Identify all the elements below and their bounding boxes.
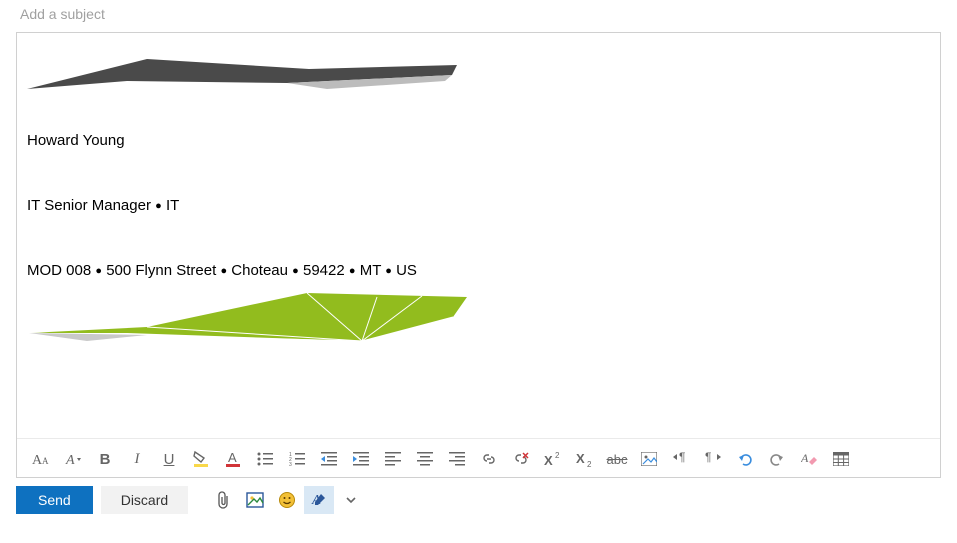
bullet-icon: ● — [385, 265, 392, 277]
emoji-icon — [278, 491, 296, 509]
compose-body[interactable]: Howard Young IT Senior Manager ● IT MOD … — [17, 33, 940, 438]
emoji-button[interactable] — [272, 486, 302, 514]
font-color-button[interactable]: A — [217, 445, 249, 473]
table-icon — [833, 452, 849, 466]
italic-icon: I — [135, 451, 140, 468]
font-size-icon: AA — [32, 451, 50, 467]
signature-graphic-bottom — [27, 293, 930, 346]
attach-button[interactable] — [208, 486, 238, 514]
outdent-button[interactable] — [313, 445, 345, 473]
superscript-icon: X2 — [544, 451, 562, 467]
numbering-icon: 123 — [289, 452, 305, 466]
signature-zip: 59422 — [303, 262, 345, 279]
align-center-icon — [417, 452, 433, 466]
send-button[interactable]: Send — [16, 486, 93, 514]
indent-button[interactable] — [345, 445, 377, 473]
insert-image-button[interactable] — [633, 445, 665, 473]
subscript-button[interactable]: X2 — [569, 445, 601, 473]
svg-text:¶: ¶ — [679, 451, 685, 464]
underline-icon: U — [164, 451, 175, 468]
bullets-icon — [257, 452, 273, 466]
font-face-button[interactable]: A — [57, 445, 89, 473]
subscript-icon: X2 — [576, 451, 594, 467]
align-right-button[interactable] — [441, 445, 473, 473]
undo-button[interactable] — [729, 445, 761, 473]
signature-toggle-button[interactable]: A — [304, 486, 334, 514]
highlight-button[interactable] — [185, 445, 217, 473]
signature-street: 500 Flynn Street — [106, 262, 216, 279]
font-face-icon: A — [64, 451, 82, 467]
signature-role: IT Senior Manager — [27, 197, 151, 214]
unlink-button[interactable] — [505, 445, 537, 473]
signature-state: MT — [360, 262, 381, 279]
align-right-icon — [449, 452, 465, 466]
image-icon — [641, 452, 657, 466]
rtl-button[interactable]: ¶ — [697, 445, 729, 473]
highlight-icon — [192, 450, 210, 468]
redo-button[interactable] — [761, 445, 793, 473]
svg-text:2: 2 — [555, 451, 560, 460]
indent-icon — [353, 452, 369, 466]
bullet-icon: ● — [292, 265, 299, 277]
ltr-icon: ¶ — [673, 451, 689, 467]
svg-text:X: X — [544, 453, 553, 467]
svg-text:A: A — [228, 450, 237, 465]
subject-input[interactable] — [20, 6, 937, 22]
strikethrough-button[interactable]: abc — [601, 445, 633, 473]
redo-icon — [769, 451, 785, 467]
link-icon — [481, 451, 497, 467]
clear-formatting-button[interactable]: A — [793, 445, 825, 473]
align-center-button[interactable] — [409, 445, 441, 473]
picture-icon — [246, 492, 264, 508]
svg-text:3: 3 — [289, 462, 292, 466]
svg-text:A: A — [65, 453, 75, 467]
chevron-down-icon — [344, 493, 358, 507]
numbering-button[interactable]: 123 — [281, 445, 313, 473]
eraser-icon: A — [801, 451, 817, 467]
paperclip-icon — [215, 491, 231, 509]
bullet-icon: ● — [155, 200, 162, 212]
signature-dept: IT — [166, 197, 179, 214]
bullet-icon: ● — [349, 265, 356, 277]
signature-city: Choteau — [231, 262, 288, 279]
undo-icon — [737, 451, 753, 467]
strikethrough-icon: abc — [607, 452, 628, 467]
superscript-button[interactable]: X2 — [537, 445, 569, 473]
signature-graphic-top — [27, 59, 930, 96]
bullet-icon: ● — [95, 265, 102, 277]
svg-text:¶: ¶ — [705, 451, 711, 464]
underline-button[interactable]: U — [153, 445, 185, 473]
align-left-button[interactable] — [377, 445, 409, 473]
font-color-icon: A — [224, 450, 242, 468]
signature-name: Howard Young — [27, 132, 930, 149]
svg-text:X: X — [576, 451, 585, 466]
link-button[interactable] — [473, 445, 505, 473]
ltr-button[interactable]: ¶ — [665, 445, 697, 473]
italic-button[interactable]: I — [121, 445, 153, 473]
font-size-button[interactable]: AA — [25, 445, 57, 473]
more-actions-button[interactable] — [336, 486, 366, 514]
bold-icon: B — [100, 451, 111, 468]
discard-button[interactable]: Discard — [101, 486, 188, 514]
signature-address-line: MOD 008 ● 500 Flynn Street ● Choteau ● 5… — [27, 262, 930, 279]
bullet-icon: ● — [220, 265, 227, 277]
outdent-icon — [321, 452, 337, 466]
bold-button[interactable]: B — [89, 445, 121, 473]
bottom-action-bar: Send Discard A — [0, 478, 957, 522]
insert-picture-button[interactable] — [240, 486, 270, 514]
format-toolbar: AA A B I U — [17, 438, 940, 477]
svg-text:A: A — [801, 451, 809, 465]
signature-country: US — [396, 262, 417, 279]
signature-role-line: IT Senior Manager ● IT — [27, 197, 930, 214]
signature-a-icon: A — [310, 491, 328, 509]
signature-org: MOD 008 — [27, 262, 91, 279]
align-left-icon — [385, 452, 401, 466]
svg-text:A: A — [42, 456, 49, 466]
rtl-icon: ¶ — [705, 451, 721, 467]
bullets-button[interactable] — [249, 445, 281, 473]
compose-area: Howard Young IT Senior Manager ● IT MOD … — [16, 32, 941, 478]
svg-text:2: 2 — [587, 460, 592, 467]
insert-table-button[interactable] — [825, 445, 857, 473]
unlink-icon — [513, 451, 529, 467]
